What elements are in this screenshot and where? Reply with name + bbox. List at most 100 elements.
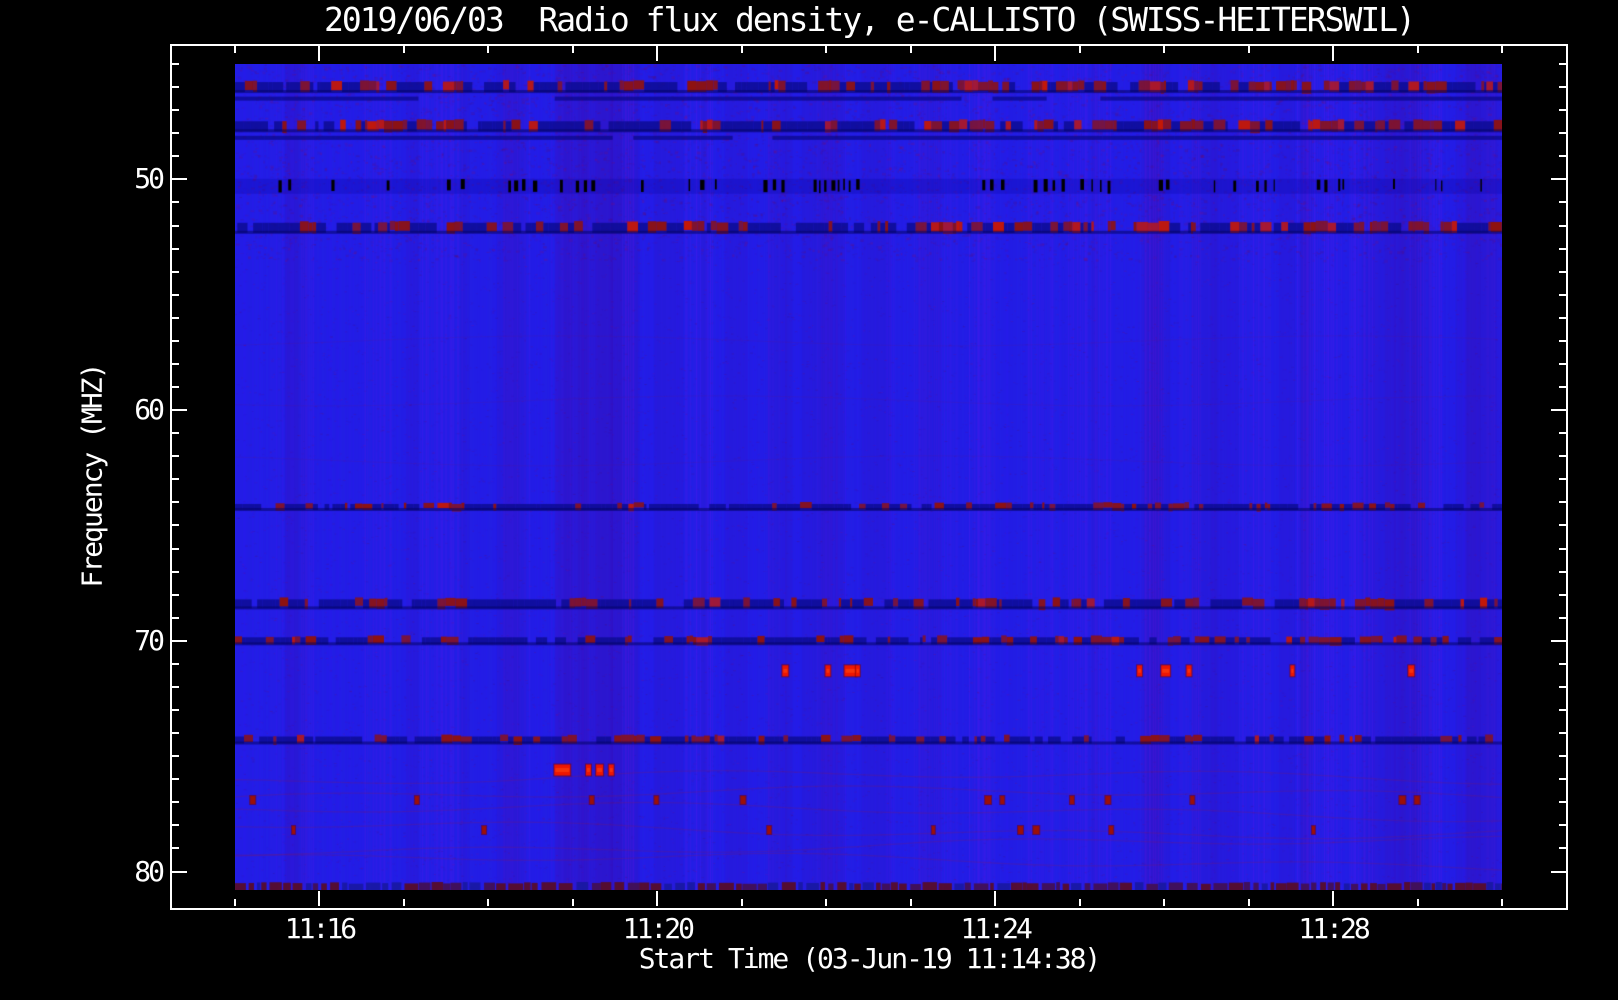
x-axis-tick — [1079, 46, 1081, 53]
y-axis-tick — [172, 201, 179, 203]
spectrogram-screen: 2019/06/03 Radio flux density, e-CALLIST… — [0, 0, 1618, 1000]
y-axis-tick — [172, 455, 179, 457]
x-axis-tick — [1501, 899, 1503, 906]
y-axis-tick — [172, 225, 179, 227]
x-axis-tick — [1163, 899, 1165, 906]
y-axis-tick — [172, 109, 179, 111]
y-axis-tick — [1559, 617, 1566, 619]
y-tick-label: 50 — [134, 162, 165, 196]
x-tick-label: 11:20 — [622, 912, 695, 945]
x-axis-tick — [825, 46, 827, 53]
y-axis-tick — [1559, 86, 1566, 88]
y-axis-tick — [172, 178, 187, 180]
y-axis-tick — [1559, 755, 1566, 757]
x-axis-tick — [234, 46, 236, 53]
y-axis-tick — [1559, 778, 1566, 780]
y-axis-tick — [172, 294, 179, 296]
y-axis-tick — [172, 663, 179, 665]
y-axis-tick — [1559, 594, 1566, 596]
y-axis-tick — [172, 709, 179, 711]
y-axis-tick — [172, 317, 179, 319]
y-axis-tick — [172, 432, 179, 434]
y-axis-tick — [172, 548, 179, 550]
y-axis-tick — [172, 271, 179, 273]
y-tick-label: 70 — [134, 623, 165, 657]
x-axis-tick — [403, 899, 405, 906]
y-axis-tick — [1559, 201, 1566, 203]
y-tick-label: 80 — [134, 854, 165, 888]
y-axis-tick — [172, 132, 179, 134]
x-axis-tick — [656, 891, 658, 906]
y-axis-tick — [172, 824, 179, 826]
y-axis-tick — [1559, 109, 1566, 111]
x-axis-tick — [1501, 46, 1503, 53]
y-axis-tick — [172, 847, 179, 849]
y-axis-tick — [172, 594, 179, 596]
y-axis-tick — [1559, 317, 1566, 319]
y-tick-label: 60 — [134, 393, 165, 427]
y-axis-tick — [1559, 478, 1566, 480]
x-axis-tick — [741, 899, 743, 906]
x-axis-tick — [487, 46, 489, 53]
spectrogram-image — [235, 64, 1502, 890]
y-axis-tick — [1559, 386, 1566, 388]
y-axis-tick — [1559, 225, 1566, 227]
x-axis-tick — [994, 891, 996, 906]
x-axis-tick — [1332, 46, 1334, 61]
x-axis-tick — [825, 899, 827, 906]
y-axis-tick — [1551, 640, 1566, 642]
y-axis-tick — [1559, 732, 1566, 734]
y-axis-tick — [172, 63, 179, 65]
y-axis-tick — [1559, 248, 1566, 250]
y-axis-tick — [1559, 571, 1566, 573]
x-axis-tick — [487, 899, 489, 906]
y-axis-tick — [172, 801, 179, 803]
y-axis-tick — [172, 478, 179, 480]
x-axis-tick — [403, 46, 405, 53]
y-axis-tick — [1559, 155, 1566, 157]
x-axis-title: Start Time (03-Jun-19 11:14:38) — [638, 942, 1102, 975]
x-axis-tick — [318, 46, 320, 61]
y-axis-tick — [1559, 340, 1566, 342]
x-axis-tick — [656, 46, 658, 61]
y-axis-tick — [1559, 501, 1566, 503]
y-axis-tick — [1559, 132, 1566, 134]
x-axis-tick — [910, 899, 912, 906]
y-axis-tick — [1559, 847, 1566, 849]
x-tick-label: 11:16 — [284, 912, 357, 945]
x-axis-tick — [994, 46, 996, 61]
y-axis-tick — [1559, 801, 1566, 803]
y-axis-tick — [1559, 432, 1566, 434]
x-axis-tick — [1163, 46, 1165, 53]
y-axis-tick — [1559, 455, 1566, 457]
y-axis-tick — [1559, 663, 1566, 665]
y-axis-tick — [172, 686, 179, 688]
y-axis-tick — [172, 363, 179, 365]
x-axis-tick — [1417, 899, 1419, 906]
x-axis-tick — [234, 899, 236, 906]
x-axis-tick — [572, 899, 574, 906]
y-axis-tick — [1551, 178, 1566, 180]
y-axis-tick — [172, 340, 179, 342]
y-axis-tick — [1559, 271, 1566, 273]
y-axis-tick — [172, 755, 179, 757]
y-axis-tick — [172, 501, 179, 503]
y-axis-tick — [172, 571, 179, 573]
x-axis-tick — [572, 46, 574, 53]
y-axis-tick — [1551, 871, 1566, 873]
y-axis-tick — [172, 871, 187, 873]
y-axis-tick — [1559, 524, 1566, 526]
x-tick-label: 11:28 — [1298, 912, 1370, 945]
y-axis-tick — [172, 617, 179, 619]
x-axis-tick — [741, 46, 743, 53]
chart-title: 2019/06/03 Radio flux density, e-CALLIST… — [324, 0, 1416, 39]
y-axis-tick — [172, 248, 179, 250]
y-axis-tick — [1559, 363, 1566, 365]
y-axis-tick — [1559, 709, 1566, 711]
x-axis-tick — [318, 891, 320, 906]
x-tick-label: 11:24 — [960, 912, 1033, 945]
x-axis-tick — [1417, 46, 1419, 53]
y-axis-tick — [1551, 409, 1566, 411]
x-axis-tick — [1079, 899, 1081, 906]
y-axis-tick — [172, 524, 179, 526]
